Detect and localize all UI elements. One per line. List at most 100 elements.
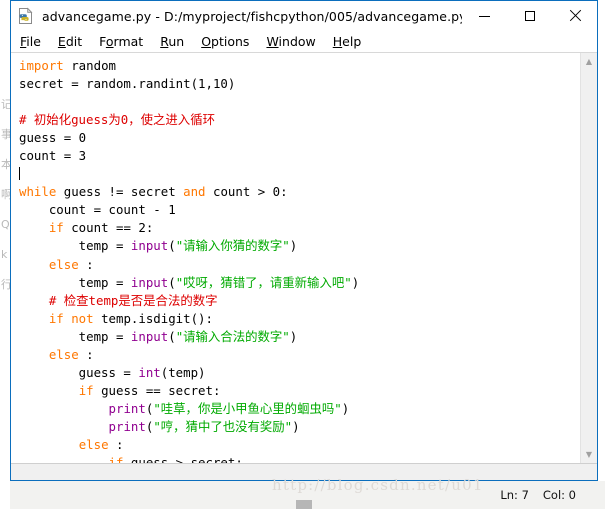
corner-filler	[593, 481, 605, 509]
title-bar[interactable]: advancegame.py - D:/myproject/fishcpytho…	[11, 1, 597, 31]
code-line: while guess != secret and count > 0:	[19, 183, 580, 201]
close-button[interactable]	[552, 1, 597, 31]
menu-bar: File Edit Format Run Options Window Help	[11, 31, 597, 53]
code-token: "哇草，你是小甲鱼心里的蛔虫吗"	[153, 400, 342, 416]
close-icon	[569, 10, 581, 22]
code-token: guess == secret:	[93, 382, 221, 398]
menu-item-edit[interactable]: Edit	[58, 34, 91, 49]
code-line: secret = random.randint(1,10)	[19, 75, 580, 93]
code-token: temp.isdigit():	[93, 310, 213, 326]
code-token: print	[108, 400, 146, 416]
code-line: import random	[19, 57, 580, 75]
code-token: and	[183, 184, 206, 200]
code-text-area[interactable]: import random secret = random.randint(1,1…	[11, 53, 580, 463]
maximize-icon	[524, 11, 535, 21]
code-token: guess =	[19, 364, 139, 380]
code-line: temp = input("请输入合法的数字")	[19, 328, 580, 346]
code-token: random	[63, 58, 116, 73]
code-token: input	[130, 238, 169, 254]
code-token: guess != secret	[56, 184, 184, 200]
code-token: while	[19, 184, 57, 200]
code-token: "哎呀，猜错了，请重新输入吧"	[175, 274, 352, 290]
code-token: guess > secret:	[123, 455, 243, 463]
code-token: )	[292, 418, 300, 434]
code-line: guess = int(temp)	[19, 364, 580, 382]
code-token: input	[130, 274, 169, 290]
code-token: )	[341, 400, 350, 416]
code-token: :	[108, 436, 124, 452]
screen: 记事本啊Qk行 advancegame.py - D:/myproject/fi…	[0, 0, 605, 509]
menu-item-run[interactable]: Run	[160, 34, 193, 49]
code-token: import	[19, 58, 64, 73]
code-line: if count == 2:	[19, 219, 580, 237]
code-token: else	[48, 346, 79, 362]
code-token: input	[130, 328, 169, 344]
code-line: if guess == secret:	[19, 382, 580, 400]
code-token: "请输入你猜的数字"	[175, 238, 290, 254]
code-line: else :	[19, 256, 580, 274]
status-line-indicator: Ln: 7	[500, 488, 529, 502]
code-token: print	[108, 418, 146, 434]
editor-region: import random secret = random.randint(1,1…	[11, 53, 597, 463]
code-token: int	[138, 364, 161, 380]
code-token: (	[168, 238, 176, 254]
code-token: "请输入合法的数字"	[175, 328, 290, 344]
menu-item-help[interactable]: Help	[333, 34, 371, 49]
vertical-scrollbar[interactable]: ▲ ▼	[580, 53, 597, 463]
code-line	[19, 165, 580, 183]
menu-item-window[interactable]: Window	[266, 34, 324, 49]
window-title: advancegame.py - D:/myproject/fishcpytho…	[42, 8, 462, 24]
code-line: temp = input("请输入你猜的数字")	[19, 237, 580, 255]
code-token: (	[168, 274, 176, 290]
code-token: count == 2:	[63, 220, 154, 236]
menu-item-file[interactable]: File	[20, 34, 50, 49]
code-token: count > 0:	[205, 184, 288, 200]
menu-item-options[interactable]: Options	[201, 34, 258, 49]
window-controls	[462, 1, 597, 31]
code-line: count = count - 1	[19, 201, 580, 219]
code-line: if guess > secret:	[19, 454, 580, 463]
taskbar-nub	[296, 500, 312, 509]
code-line: # 初始化guess为0，使之进入循环	[19, 111, 580, 129]
code-line: guess = 0	[19, 129, 580, 147]
csdn-watermark: http://blog.csdn.net/u01	[272, 476, 484, 494]
code-token: temp =	[19, 328, 131, 344]
code-token: )	[289, 238, 298, 254]
code-token: # 初始化guess为0，使之进入循环	[19, 112, 215, 128]
code-token: )	[289, 328, 298, 344]
code-line: else :	[19, 436, 580, 454]
code-token: temp =	[19, 274, 131, 290]
code-token: "哼，猜中了也没有奖励"	[153, 418, 293, 434]
idle-editor-window: advancegame.py - D:/myproject/fishcpytho…	[10, 0, 598, 481]
code-line: count = 3	[19, 147, 580, 165]
code-token: # 检查temp是否是合法的数字	[48, 292, 218, 308]
scroll-down-arrow-icon[interactable]: ▼	[581, 446, 598, 463]
code-token: else	[48, 256, 79, 272]
code-token: (	[168, 328, 176, 344]
menu-item-format[interactable]: Format	[99, 34, 152, 49]
code-token: guess = 0	[19, 130, 87, 146]
code-token: secret = random.randint(1,10)	[19, 76, 236, 92]
code-line: if not temp.isdigit():	[19, 310, 580, 328]
minimize-icon	[479, 15, 490, 17]
code-token: (temp)	[160, 364, 206, 380]
code-token: count = count - 1	[19, 202, 176, 218]
code-token: if	[48, 220, 64, 236]
scroll-up-arrow-icon[interactable]: ▲	[581, 53, 598, 70]
code-token: if	[78, 382, 94, 398]
maximize-button[interactable]	[507, 1, 552, 31]
minimize-button[interactable]	[462, 1, 507, 31]
code-line: temp = input("哎呀，猜错了，请重新输入吧")	[19, 274, 580, 292]
vertical-scroll-track[interactable]	[581, 70, 597, 446]
code-token: :	[78, 346, 94, 362]
status-column-indicator: Col: 0	[542, 488, 576, 502]
